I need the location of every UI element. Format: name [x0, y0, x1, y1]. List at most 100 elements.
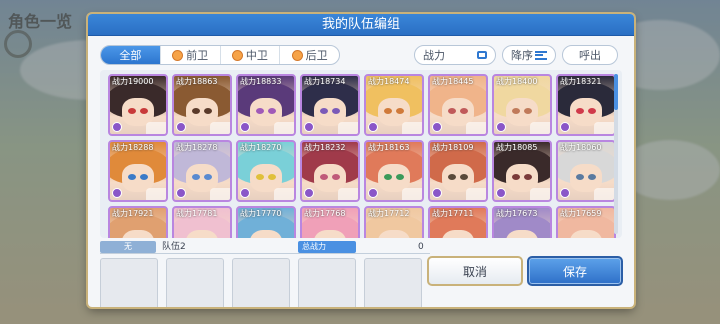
- portrait-eye: [268, 174, 276, 180]
- filter-tab[interactable]: 前卫: [161, 46, 221, 64]
- role-icon: [368, 188, 378, 198]
- character-power: 战力18400: [496, 77, 538, 86]
- team-slot[interactable]: [166, 258, 224, 307]
- rank-badge: [210, 122, 230, 134]
- character-card[interactable]: 战力18278: [172, 140, 232, 202]
- character-power: 战力18060: [560, 143, 602, 152]
- portrait-eye: [384, 108, 392, 114]
- filter-tab-label: 前卫: [186, 49, 209, 62]
- character-card[interactable]: 战力18833: [236, 74, 296, 136]
- team-edit-dialog: 我的队伍编组 全部 前卫 中卫 后卫 战力 降序 呼出 战力19000 战力18863 战…: [88, 14, 634, 307]
- rank-badge: [530, 188, 550, 200]
- sort-field-label: 战力: [423, 49, 445, 62]
- portrait-eye: [140, 174, 148, 180]
- sort-order-icon: [535, 50, 547, 60]
- character-card[interactable]: 战力18321: [556, 74, 616, 136]
- scrollbar-thumb[interactable]: [614, 74, 618, 110]
- callout-button[interactable]: 呼出: [562, 45, 618, 65]
- list-scrollbar[interactable]: [614, 74, 618, 234]
- portrait-eye: [192, 108, 200, 114]
- character-power: 战力18270: [240, 143, 282, 152]
- rank-badge: [210, 188, 230, 200]
- rank-badge: [146, 188, 166, 200]
- filter-bar: 全部 前卫 中卫 后卫 战力 降序 呼出: [100, 45, 622, 65]
- filter-tab[interactable]: 全部: [101, 46, 161, 64]
- rank-badge: [594, 122, 614, 134]
- portrait-eye: [128, 174, 136, 180]
- filter-tab-label: 后卫: [305, 49, 328, 62]
- character-card[interactable]: 战力17770: [236, 206, 296, 238]
- save-button[interactable]: 保存: [527, 256, 623, 286]
- rank-badge: [338, 122, 358, 134]
- team-slot[interactable]: [364, 258, 422, 307]
- divider: [100, 253, 430, 254]
- character-card[interactable]: 战力17768: [300, 206, 360, 238]
- character-card[interactable]: 战力18734: [300, 74, 360, 136]
- character-card[interactable]: 战力18163: [364, 140, 424, 202]
- character-card[interactable]: 战力18288: [108, 140, 168, 202]
- character-card[interactable]: 战力17781: [172, 206, 232, 238]
- portrait-eye: [448, 108, 456, 114]
- rank-badge: [402, 122, 422, 134]
- team-slot[interactable]: [232, 258, 290, 307]
- character-card[interactable]: 战力18060: [556, 140, 616, 202]
- character-power: 战力18278: [176, 143, 218, 152]
- rank-badge: [466, 122, 486, 134]
- portrait-eye: [524, 174, 532, 180]
- filter-tab[interactable]: 中卫: [221, 46, 281, 64]
- sort-field-button[interactable]: 战力: [414, 45, 496, 65]
- character-power: 战力18734: [304, 77, 346, 86]
- team-slot[interactable]: [100, 258, 158, 307]
- total-power-value: 0: [418, 242, 424, 252]
- character-card[interactable]: 战力18474: [364, 74, 424, 136]
- portrait-eye: [204, 108, 212, 114]
- portrait-eye: [396, 174, 404, 180]
- filter-tab[interactable]: 后卫: [280, 46, 339, 64]
- character-card[interactable]: 战力18445: [428, 74, 488, 136]
- character-card[interactable]: 战力17659: [556, 206, 616, 238]
- character-card[interactable]: 战力17921: [108, 206, 168, 238]
- character-card[interactable]: 战力18400: [492, 74, 552, 136]
- portrait-eye: [320, 108, 328, 114]
- cancel-button[interactable]: 取消: [427, 256, 523, 286]
- middle-position-icon: [231, 49, 243, 61]
- team-slot[interactable]: [298, 258, 356, 307]
- portrait-eye: [256, 108, 264, 114]
- portrait-eye: [140, 108, 148, 114]
- character-power: 战力18288: [112, 143, 154, 152]
- character-power: 战力18321: [560, 77, 602, 86]
- portrait-eye: [524, 108, 532, 114]
- role-icon: [560, 188, 570, 198]
- character-card[interactable]: 战力18232: [300, 140, 360, 202]
- portrait-eye: [192, 174, 200, 180]
- portrait-eye: [332, 174, 340, 180]
- character-power: 战力18474: [368, 77, 410, 86]
- character-card[interactable]: 战力18863: [172, 74, 232, 136]
- portrait-eye: [320, 174, 328, 180]
- dialog-title: 我的队伍编组: [88, 14, 634, 36]
- team-info-bar: 无 队伍2 总战力 0: [100, 241, 430, 254]
- role-icon: [432, 188, 442, 198]
- character-card[interactable]: 战力18085: [492, 140, 552, 202]
- character-card[interactable]: 战力18270: [236, 140, 296, 202]
- character-card[interactable]: 战力19000: [108, 74, 168, 136]
- character-power: 战力18085: [496, 143, 538, 152]
- portrait-eye: [268, 108, 276, 114]
- portrait-eye: [576, 174, 584, 180]
- portrait-eye: [128, 108, 136, 114]
- rank-badge: [274, 188, 294, 200]
- portrait-eye: [512, 108, 520, 114]
- character-list[interactable]: 战力19000 战力18863 战力18833 战力18734 战力18474 战力184…: [100, 70, 622, 238]
- character-card[interactable]: 战力18109: [428, 140, 488, 202]
- sort-field-icon: [477, 51, 487, 59]
- portrait-eye: [332, 108, 340, 114]
- rank-badge: [594, 188, 614, 200]
- portrait-eye: [448, 174, 456, 180]
- character-card[interactable]: 战力17711: [428, 206, 488, 238]
- character-card[interactable]: 战力17712: [364, 206, 424, 238]
- sort-order-button[interactable]: 降序: [502, 45, 556, 65]
- front-position-icon: [172, 49, 184, 61]
- position-filter-tabs: 全部 前卫 中卫 后卫: [100, 45, 340, 65]
- character-card[interactable]: 战力17673: [492, 206, 552, 238]
- total-power-label: 总战力: [298, 241, 356, 253]
